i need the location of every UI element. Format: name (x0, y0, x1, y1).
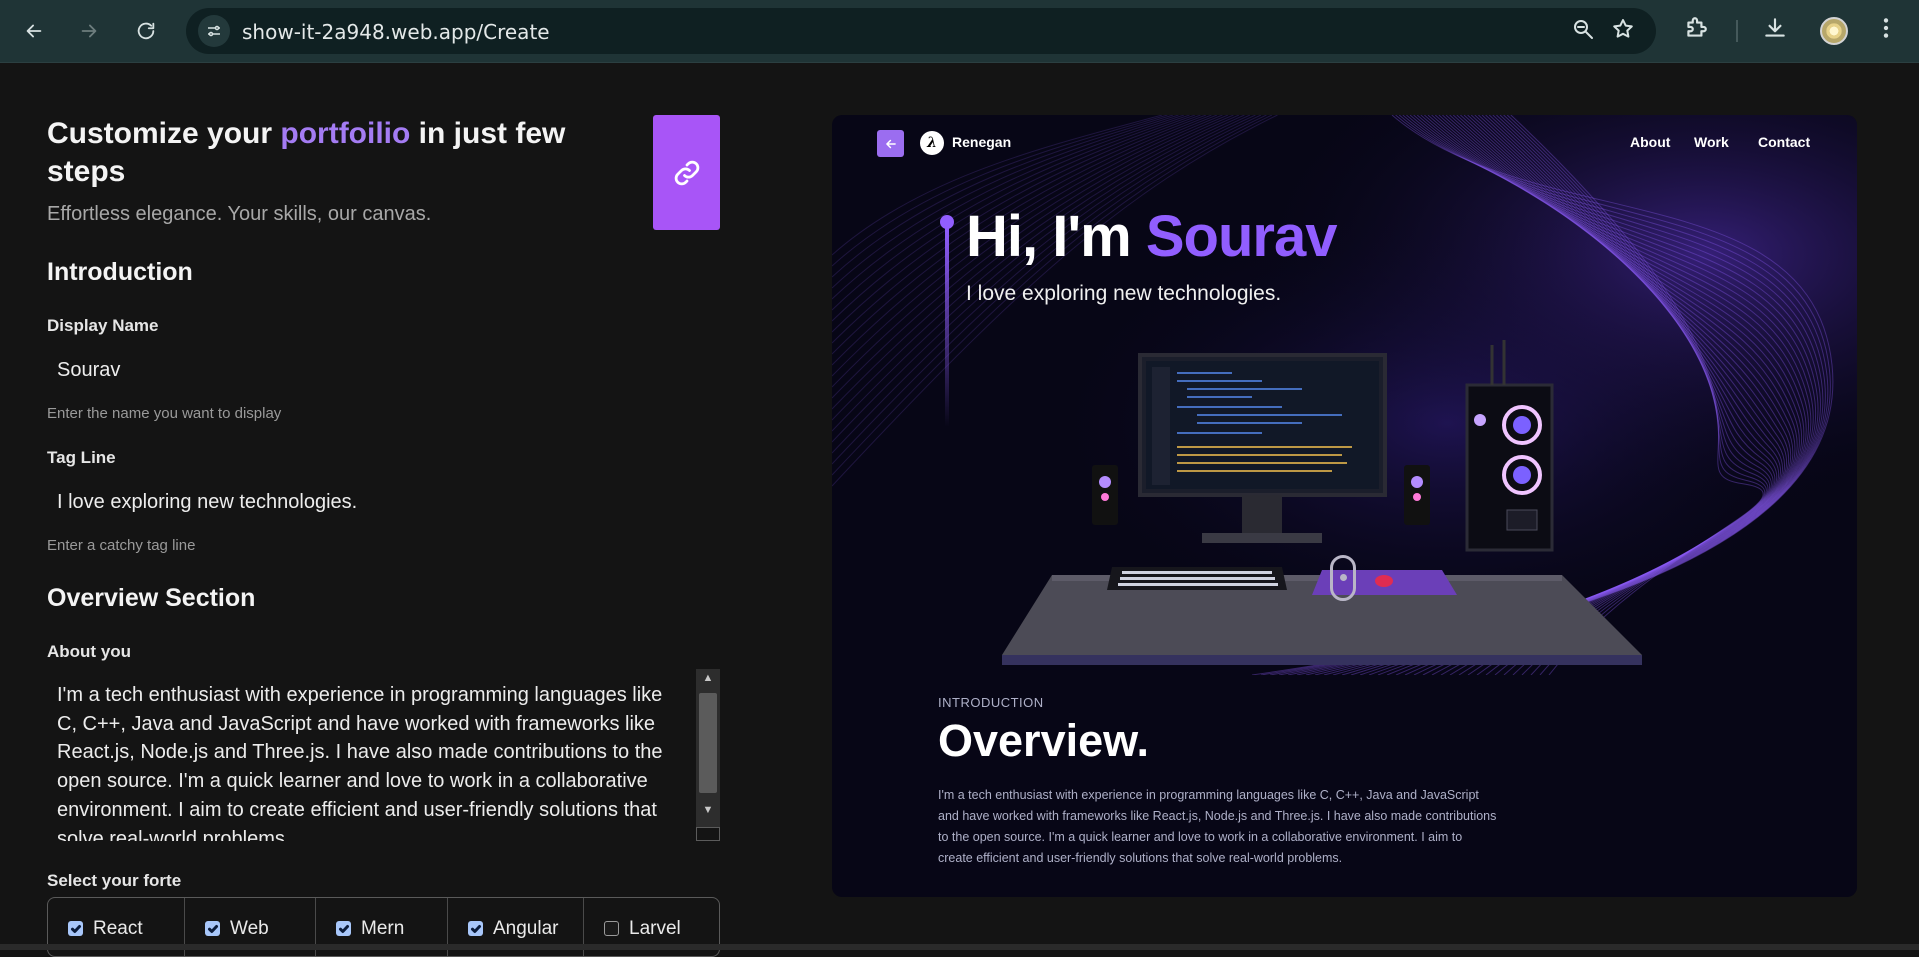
toolbar-separator (1736, 20, 1738, 42)
scrollbar-thumb[interactable] (699, 693, 717, 793)
hero-tagline: I love exploring new technologies. (966, 282, 1282, 305)
menu-dots-icon[interactable] (1873, 15, 1903, 45)
site-info-icon[interactable] (198, 15, 230, 47)
url-text[interactable]: show-it-2a948.web.app/Create (242, 20, 550, 44)
scroll-down-icon[interactable]: ▼ (696, 801, 720, 819)
forte-option-label: Larvel (629, 918, 681, 939)
tagline-input[interactable] (47, 482, 720, 522)
forte-label: Select your forte (47, 871, 182, 890)
share-link-button[interactable] (653, 115, 720, 230)
address-bar[interactable]: show-it-2a948.web.app/Create (186, 8, 1656, 54)
profile-avatar[interactable] (1820, 17, 1848, 45)
forte-option-label: React (93, 918, 143, 939)
title-accent: portfoilio (280, 117, 411, 150)
forte-option-label: Angular (493, 918, 559, 939)
hero-timeline-line (945, 227, 949, 427)
section-kicker: INTRODUCTION (938, 695, 1044, 710)
title-prefix: Customize your (47, 117, 281, 150)
reload-icon[interactable] (129, 14, 163, 48)
checkbox-checked-icon[interactable] (336, 921, 351, 936)
tagline-label: Tag Line (47, 448, 116, 467)
section-body: I'm a tech enthusiast with experience in… (938, 788, 1497, 865)
hero-prefix: Hi, I'm (966, 204, 1146, 269)
forte-option-label: Web (230, 918, 269, 939)
about-textarea-text[interactable]: I'm a tech enthusiast with experience in… (57, 681, 687, 841)
desktop-setup-3d-model (1002, 340, 1642, 665)
brand-logo[interactable]: λ (920, 131, 944, 155)
display-name-help: Enter the name you want to display (47, 405, 282, 422)
overview-heading: Overview Section (47, 584, 256, 612)
browser-toolbar: show-it-2a948.web.app/Create (0, 0, 1919, 63)
display-name-label: Display Name (47, 316, 159, 335)
link-icon (674, 160, 699, 185)
resize-handle[interactable] (696, 827, 720, 841)
checkbox-checked-icon[interactable] (468, 921, 483, 936)
brand-name[interactable]: Renegan (952, 134, 1011, 150)
customize-form: Customize your portfoilio in just few st… (47, 63, 727, 957)
page-bottom-edge (0, 944, 1919, 950)
download-icon[interactable] (1762, 15, 1792, 45)
hero-heading: Hi, I'm Sourav (966, 203, 1338, 270)
forte-option-label: Mern (361, 918, 405, 939)
zoom-icon[interactable] (1571, 17, 1599, 45)
arrow-left-icon (885, 139, 896, 148)
portfolio-preview: λ Renegan About Work Contact Hi, I'm Sou… (832, 115, 1857, 897)
checkbox-unchecked-icon[interactable] (604, 921, 619, 936)
display-name-input[interactable] (47, 350, 720, 390)
page-subtitle: Effortless elegance. Your skills, our ca… (47, 203, 432, 225)
scroll-indicator-icon[interactable] (1330, 555, 1356, 601)
scroll-indicator-dot (1340, 574, 1347, 581)
forward-arrow-icon[interactable] (72, 14, 106, 48)
introduction-heading: Introduction (47, 258, 193, 286)
nav-work[interactable]: Work (1694, 134, 1729, 150)
about-textarea[interactable]: I'm a tech enthusiast with experience in… (47, 669, 720, 841)
tagline-help: Enter a catchy tag line (47, 537, 196, 554)
about-label: About you (47, 642, 132, 661)
back-arrow-icon[interactable] (17, 14, 51, 48)
scroll-up-icon[interactable]: ▲ (696, 669, 720, 687)
page-title: Customize your portfoilio in just few st… (47, 115, 607, 191)
textarea-scrollbar[interactable]: ▲ ▼ (696, 669, 720, 827)
section-title: Overview. (938, 715, 1149, 766)
checkbox-checked-icon[interactable] (68, 921, 83, 936)
hero-name: Sourav (1145, 204, 1338, 269)
extensions-icon[interactable] (1683, 15, 1713, 45)
checkbox-checked-icon[interactable] (205, 921, 220, 936)
nav-about[interactable]: About (1630, 134, 1670, 150)
nav-contact[interactable]: Contact (1758, 134, 1810, 150)
preview-back-button[interactable] (877, 130, 904, 157)
bookmark-star-icon[interactable] (1611, 17, 1639, 45)
